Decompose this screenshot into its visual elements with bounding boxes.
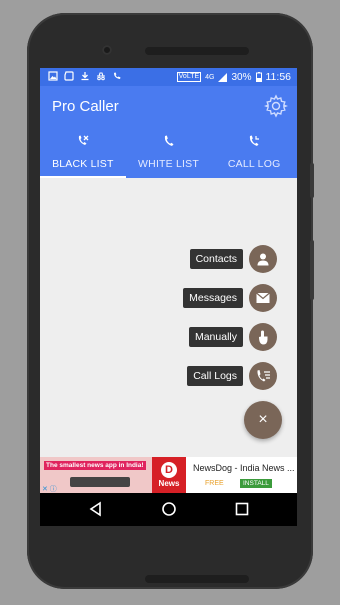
tab-label: CALL LOG: [227, 158, 281, 170]
phone-blocked-icon: [78, 135, 89, 145]
fab-item-manually[interactable]: Manually: [188, 323, 277, 351]
incognito-icon: [97, 72, 105, 81]
chat-icon: [64, 71, 74, 81]
tab-call-log[interactable]: CALL LOG: [211, 126, 297, 178]
fab-mini-button[interactable]: [249, 284, 277, 312]
hand-pointer-icon: [259, 330, 268, 344]
fab-item-call-logs[interactable]: Call Logs: [187, 362, 277, 390]
bottom-speaker: [145, 575, 249, 583]
tab-indicator: [40, 176, 126, 178]
clock: 11:56: [265, 71, 292, 83]
fab-label[interactable]: Manually: [188, 327, 243, 347]
image-icon: [48, 71, 58, 81]
volte-badge: VoLTE: [176, 72, 202, 82]
back-icon[interactable]: [88, 501, 104, 517]
logo-text: News: [158, 479, 180, 488]
tab-label: WHITE LIST: [138, 158, 199, 170]
phone-log-icon: [250, 135, 260, 146]
download-icon: [81, 72, 89, 81]
power-button: [310, 163, 314, 198]
front-camera: [102, 45, 112, 55]
fab-mini-button[interactable]: [249, 362, 277, 390]
fab-item-contacts[interactable]: Contacts: [189, 245, 277, 273]
navigation-bar: [40, 493, 297, 526]
person-icon: [257, 253, 269, 266]
phone-icon: [164, 135, 173, 146]
ad-banner-text: The smallest news app in India!: [44, 461, 146, 470]
logo-letter: D: [161, 462, 177, 478]
tab-label: BLACK LIST: [52, 158, 114, 170]
newsdog-logo[interactable]: D News: [152, 457, 186, 493]
ad-install-button[interactable]: INSTALL: [240, 479, 272, 488]
tab-white-list[interactable]: WHITE LIST: [126, 126, 212, 178]
fab-mini-button[interactable]: [249, 245, 277, 273]
tab-bar: BLACK LIST WHITE LIST CALL LOG: [40, 126, 297, 178]
ad-price: FREE: [205, 480, 224, 487]
tab-black-list[interactable]: BLACK LIST: [40, 126, 126, 178]
signal-icon: [218, 72, 228, 82]
home-icon[interactable]: [161, 501, 177, 517]
settings-gear-icon[interactable]: [264, 94, 288, 118]
ad-image[interactable]: The smallest news app in India! ✕ ⓘ: [40, 457, 152, 493]
envelope-icon: [256, 292, 270, 303]
fab-label[interactable]: Call Logs: [187, 366, 243, 386]
fab-label[interactable]: Contacts: [189, 249, 243, 269]
battery-icon: [255, 72, 262, 82]
volume-button: [310, 240, 314, 300]
recents-icon[interactable]: [234, 501, 250, 517]
ad-phones-graphic: [70, 477, 130, 487]
ad-banner[interactable]: The smallest news app in India! ✕ ⓘ D Ne…: [40, 457, 297, 493]
app-bar: Pro Caller: [40, 86, 297, 126]
fab-mini-button[interactable]: [249, 323, 277, 351]
battery-percent: 30%: [231, 71, 252, 83]
network-type: 4G: [205, 73, 215, 81]
missed-call-icon: [114, 72, 121, 79]
top-speaker: [145, 47, 249, 55]
app-title: Pro Caller: [52, 98, 119, 115]
fab-item-messages[interactable]: Messages: [183, 284, 277, 312]
status-bar: VoLTE 4G 30% 11:56: [40, 68, 297, 86]
ad-title[interactable]: NewsDog - India News ...: [193, 463, 295, 473]
fab-label[interactable]: Messages: [183, 288, 243, 308]
screen: VoLTE 4G 30% 11:56 Pro Caller BLACK LIST: [40, 68, 297, 526]
call-list-icon: [256, 370, 270, 382]
fab-close-button[interactable]: ×: [244, 401, 282, 439]
